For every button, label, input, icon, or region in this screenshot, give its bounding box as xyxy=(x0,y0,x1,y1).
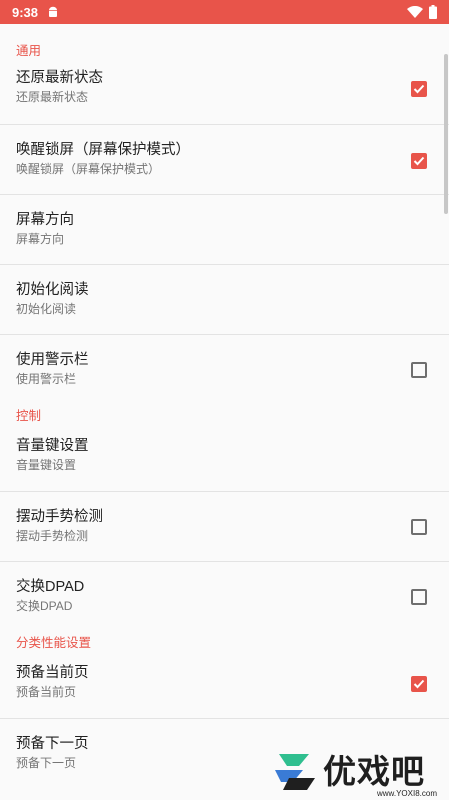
setting-title: 摆动手势检测 xyxy=(16,509,103,525)
setting-summary: 唤醒锁屏（屏幕保护模式） xyxy=(16,162,161,176)
checkbox-preload-current-page[interactable] xyxy=(411,676,427,692)
setting-swap-dpad[interactable]: 交换DPAD 交换DPAD xyxy=(0,562,449,632)
scrollbar[interactable] xyxy=(444,54,448,214)
setting-summary: 使用警示栏 xyxy=(16,372,77,386)
setting-title: 预备当前页 xyxy=(16,665,89,681)
section-header-performance: 分类性能设置 xyxy=(16,636,92,650)
setting-title: 唤醒锁屏（屏幕保护模式） xyxy=(16,142,190,158)
status-time: 9:38 xyxy=(12,4,39,20)
android-icon xyxy=(49,6,58,17)
checkbox-swing-gesture[interactable] xyxy=(411,519,427,535)
setting-title: 音量键设置 xyxy=(16,438,89,454)
battery-icon xyxy=(429,5,437,19)
setting-title: 使用警示栏 xyxy=(16,352,89,368)
settings-list[interactable]: 通用 还原最新状态 还原最新状态 唤醒锁屏（屏幕保护模式） 唤醒锁屏（屏幕保护模… xyxy=(0,24,449,800)
checkbox-wake-lock[interactable] xyxy=(411,153,427,169)
wifi-icon xyxy=(407,6,423,18)
section-header-general: 通用 xyxy=(16,44,42,58)
setting-summary: 屏幕方向 xyxy=(16,232,65,246)
check-icon xyxy=(413,156,425,166)
setting-volume-keys[interactable]: 音量键设置 音量键设置 xyxy=(0,435,449,492)
check-icon xyxy=(413,84,425,94)
status-bar: 9:38 xyxy=(0,0,449,24)
setting-summary: 初始化阅读 xyxy=(16,302,77,316)
setting-summary: 音量键设置 xyxy=(16,458,77,472)
setting-summary: 摆动手势检测 xyxy=(16,529,89,543)
setting-restore-state[interactable]: 还原最新状态 还原最新状态 xyxy=(0,69,449,125)
setting-title: 还原最新状态 xyxy=(16,70,103,86)
setting-summary: 预备当前页 xyxy=(16,685,77,699)
setting-title: 初始化阅读 xyxy=(16,282,89,298)
checkbox-use-alert-bar[interactable] xyxy=(411,362,427,378)
checkbox-swap-dpad[interactable] xyxy=(411,589,427,605)
setting-title: 屏幕方向 xyxy=(16,212,74,228)
setting-title: 交换DPAD xyxy=(16,579,85,595)
section-header-control: 控制 xyxy=(16,409,42,423)
watermark-subtext: www.YOXI8.com xyxy=(376,789,437,798)
check-icon xyxy=(413,679,425,689)
setting-summary: 交换DPAD xyxy=(16,599,73,613)
yoxi8-logo-icon xyxy=(275,754,315,790)
watermark-text: 优戏吧 xyxy=(323,753,425,790)
setting-preload-current-page[interactable]: 预备当前页 预备当前页 xyxy=(0,662,449,719)
watermark-logo: 优戏吧 www.YOXI8.com xyxy=(269,744,449,800)
checkbox-restore-state[interactable] xyxy=(411,81,427,97)
setting-use-alert-bar[interactable]: 使用警示栏 使用警示栏 xyxy=(0,335,449,405)
setting-screen-orientation[interactable]: 屏幕方向 屏幕方向 xyxy=(0,195,449,265)
setting-wake-lock[interactable]: 唤醒锁屏（屏幕保护模式） 唤醒锁屏（屏幕保护模式） xyxy=(0,125,449,195)
setting-init-reading[interactable]: 初始化阅读 初始化阅读 xyxy=(0,265,449,335)
setting-swing-gesture[interactable]: 摆动手势检测 摆动手势检测 xyxy=(0,492,449,562)
setting-summary: 还原最新状态 xyxy=(16,90,89,104)
